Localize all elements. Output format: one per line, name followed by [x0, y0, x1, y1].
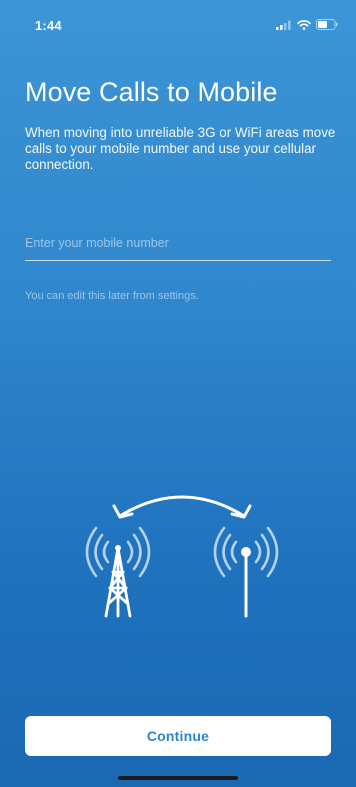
- cellular-signal-icon: [276, 20, 292, 30]
- wifi-icon: [297, 19, 311, 30]
- call-transfer-illustration: [62, 482, 302, 622]
- mobile-antenna-icon: [213, 526, 279, 618]
- cell-tower-icon: [85, 526, 151, 618]
- status-time: 1:44: [35, 18, 62, 33]
- home-indicator[interactable]: [118, 776, 238, 780]
- helper-text: You can edit this later from settings.: [25, 290, 199, 302]
- status-bar: 1:44: [0, 0, 356, 46]
- continue-button[interactable]: Continue: [25, 716, 331, 756]
- page-description: When moving into unreliable 3G or WiFi a…: [25, 125, 336, 172]
- move-calls-screen: 1:44 Move Calls to Mobile When moving in…: [0, 0, 356, 787]
- page-title: Move Calls to Mobile: [25, 77, 278, 107]
- battery-icon: [316, 19, 338, 30]
- status-icons: [276, 19, 338, 30]
- transfer-arrow-icon: [112, 495, 252, 519]
- mobile-number-input[interactable]: [25, 226, 331, 261]
